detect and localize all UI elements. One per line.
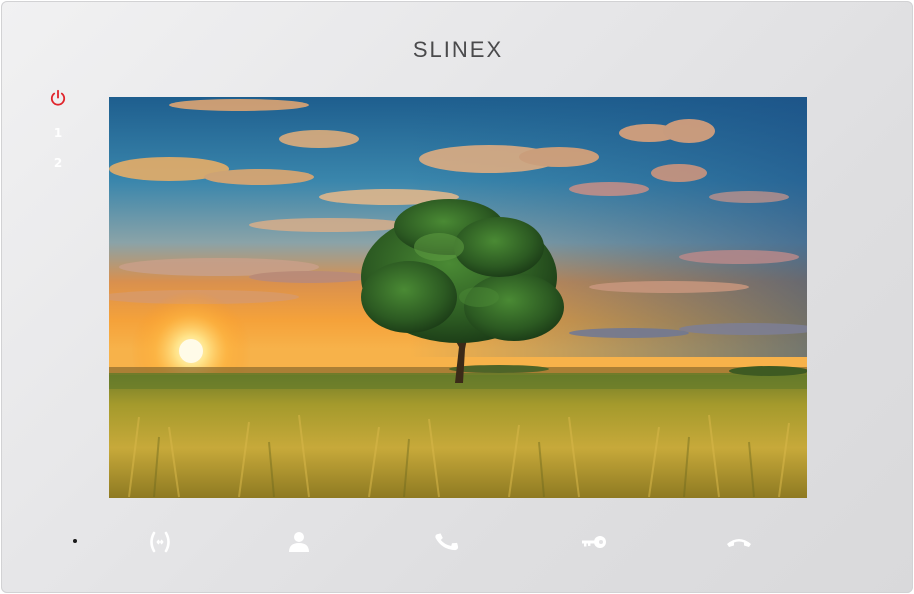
phone-answer-icon [434, 529, 460, 555]
monitor-switch-button[interactable] [144, 527, 176, 557]
landscape-wallpaper [109, 97, 807, 498]
answer-call-button[interactable] [431, 527, 463, 557]
brand-logo: SLINEX [412, 37, 504, 62]
status-led [73, 539, 77, 543]
user-icon [287, 530, 311, 554]
line-1-indicator: 1 [53, 126, 63, 140]
power-icon [49, 89, 67, 107]
monitor-switch-icon [147, 530, 173, 554]
unlock-door-button[interactable] [579, 527, 611, 557]
intercom-monitor: SLINEX 1 2 [1, 1, 913, 593]
user-button[interactable] [283, 527, 315, 557]
key-icon [580, 533, 610, 551]
hangup-call-button[interactable] [723, 527, 755, 557]
line-2-indicator: 2 [53, 156, 63, 170]
display-screen [109, 97, 807, 498]
phone-hangup-icon [725, 534, 753, 550]
